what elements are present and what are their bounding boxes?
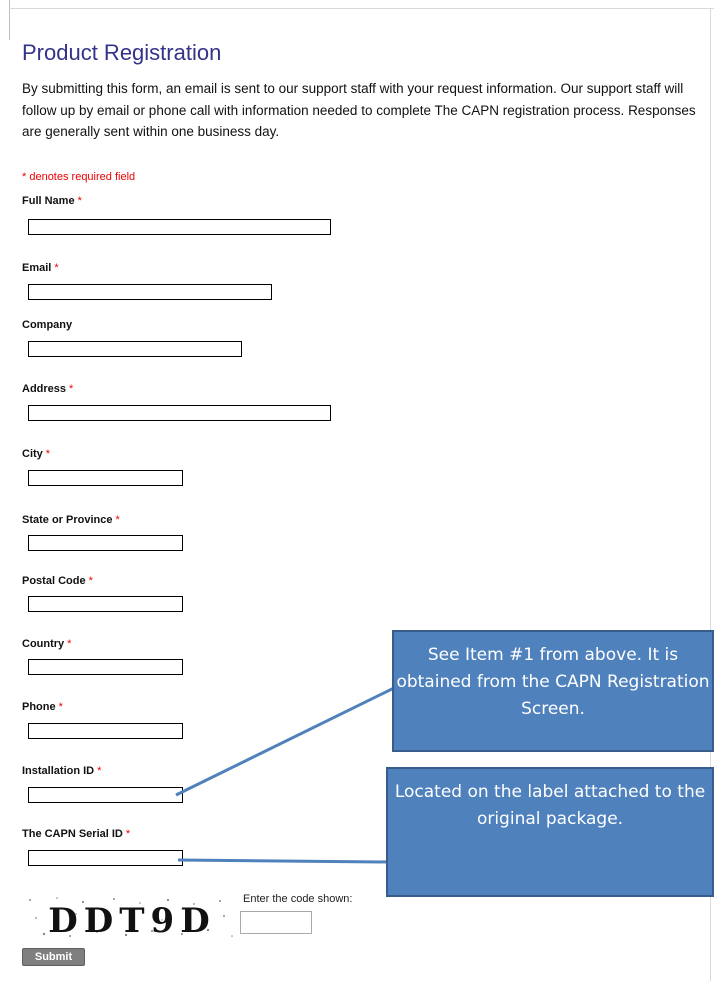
required-marker: * (45, 448, 51, 460)
submit-button[interactable]: Submit (22, 948, 85, 966)
company-label: Company (22, 319, 73, 331)
serial-id-label: The CAPN Serial ID * (22, 828, 131, 840)
serial-id-callout: Located on the label attached to the ori… (386, 767, 714, 897)
page-title: Product Registration (22, 40, 222, 65)
country-label: Country * (22, 638, 72, 650)
postal-code-input[interactable] (28, 596, 183, 612)
installation-callout-line (175, 686, 395, 797)
page-border (9, 8, 714, 9)
required-marker: * (77, 195, 82, 207)
required-marker: * (97, 765, 102, 777)
full-name-label: Full Name * (22, 195, 82, 207)
captcha-input[interactable] (240, 911, 312, 934)
page-border (9, 0, 10, 40)
required-marker: * (67, 638, 72, 650)
address-input[interactable] (28, 405, 331, 421)
country-input[interactable] (28, 659, 183, 675)
state-label: State or Province * (22, 514, 120, 526)
required-marker: * (58, 701, 63, 713)
phone-input[interactable] (28, 723, 183, 739)
intro-text: By submitting this form, an email is sen… (22, 81, 696, 139)
required-marker: * (115, 514, 120, 526)
captcha-image: DDT9D (22, 894, 242, 940)
city-input[interactable] (28, 470, 183, 486)
serial-callout-line (177, 858, 389, 864)
company-input[interactable] (28, 341, 242, 357)
required-marker: * (88, 575, 93, 587)
phone-label: Phone * (22, 701, 63, 713)
city-label: City * (22, 448, 51, 460)
captcha-prompt: Enter the code shown: (243, 893, 353, 905)
required-marker: * (125, 828, 131, 840)
installation-id-label: Installation ID * (22, 765, 102, 777)
serial-id-input[interactable] (28, 850, 183, 866)
email-input[interactable] (28, 284, 272, 300)
email-label: Email * (22, 262, 59, 274)
required-marker: * (54, 262, 59, 274)
required-marker: * (69, 383, 74, 395)
installation-id-input[interactable] (28, 787, 183, 803)
address-label: Address * (22, 383, 74, 395)
full-name-input[interactable] (28, 219, 331, 235)
state-input[interactable] (28, 535, 183, 551)
captcha-code: DDT9D (48, 901, 215, 940)
installation-id-callout: See Item #1 from above. It is obtained f… (392, 630, 714, 752)
postal-code-label: Postal Code * (22, 575, 93, 587)
required-field-note: * denotes required field (22, 171, 136, 183)
